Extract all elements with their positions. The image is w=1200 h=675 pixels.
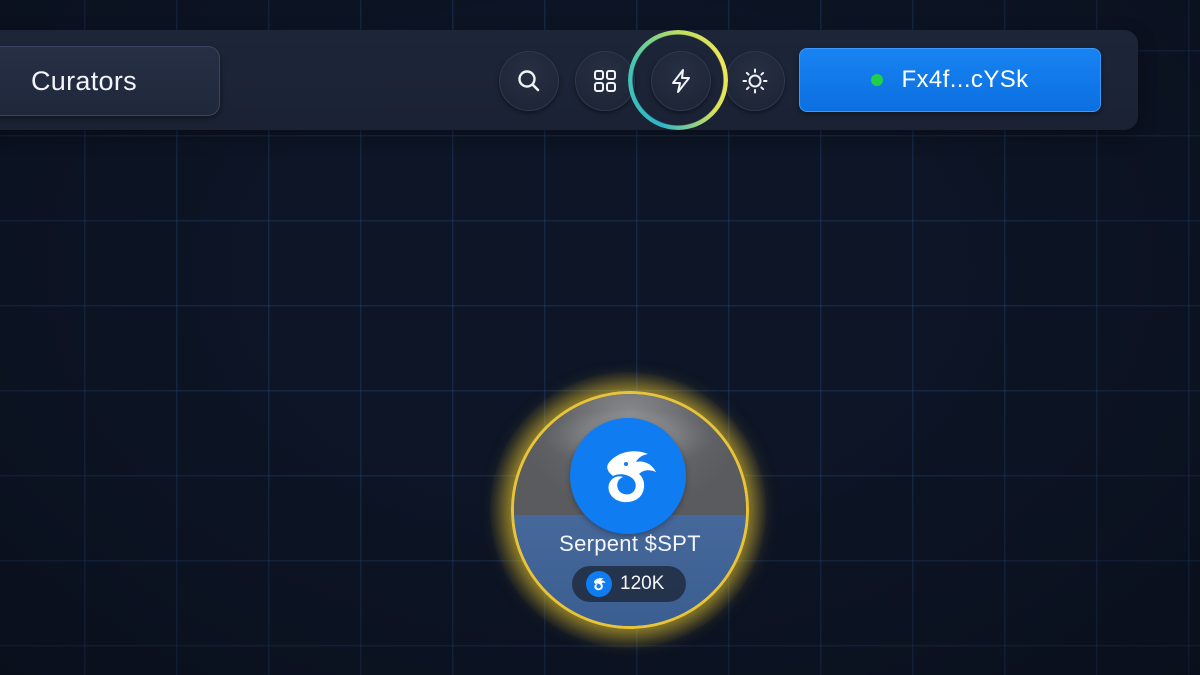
- search-button[interactable]: [499, 51, 559, 111]
- theme-toggle-button[interactable]: [725, 51, 785, 111]
- token-name: Serpent $SPT: [559, 531, 701, 556]
- active-ring-highlight: [628, 30, 728, 130]
- bubble-map-canvas[interactable]: Curators Fx4f...cYSk Serpent $SPT 120K: [0, 0, 1200, 675]
- token-bubble[interactable]: Serpent $SPT 120K: [511, 391, 749, 629]
- serpent-dragon-icon: [570, 418, 686, 534]
- token-value: 120K: [620, 573, 665, 594]
- sun-icon: [741, 67, 769, 95]
- wallet-connect-button[interactable]: Fx4f...cYSk: [799, 48, 1101, 112]
- grid-view-button[interactable]: [575, 51, 635, 111]
- search-icon: [516, 68, 542, 94]
- curators-tab[interactable]: Curators: [0, 46, 220, 116]
- wallet-address: Fx4f...cYSk: [901, 66, 1029, 93]
- curators-label: Curators: [31, 65, 137, 96]
- token-value-pill: 120K: [572, 566, 686, 602]
- connection-status-dot: [871, 74, 884, 86]
- serpent-small-icon: [586, 571, 612, 597]
- top-navigation-bar: Curators Fx4f...cYSk: [0, 30, 1138, 130]
- grid-icon: [592, 68, 618, 94]
